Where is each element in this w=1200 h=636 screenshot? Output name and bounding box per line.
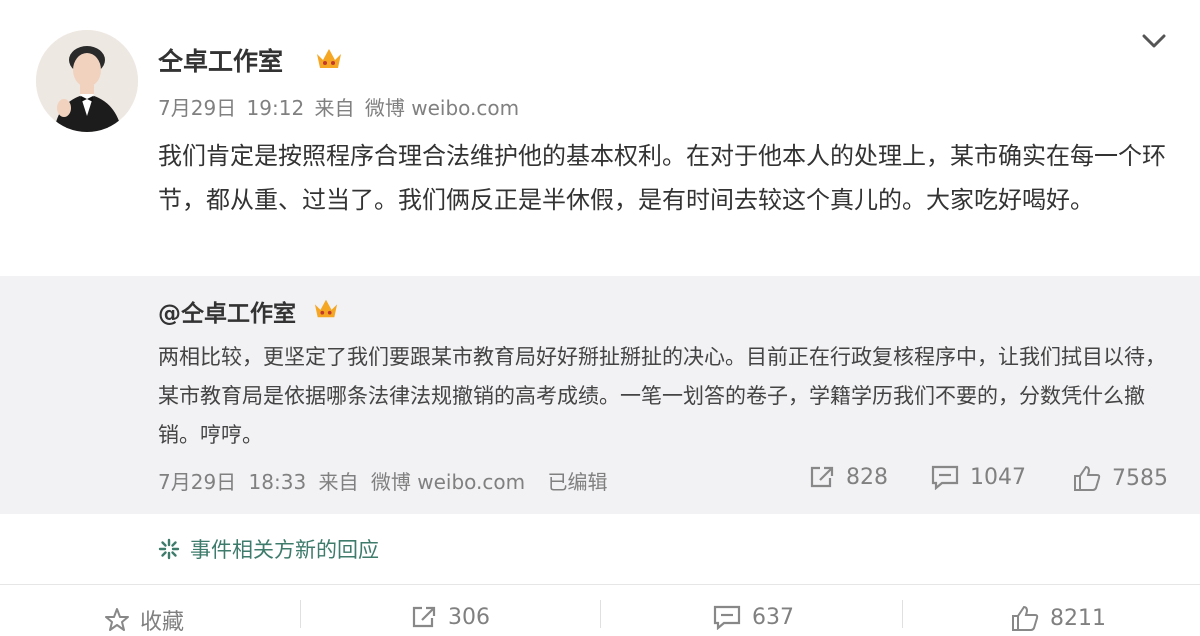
vip-badge-icon <box>314 46 344 72</box>
action-divider <box>600 600 601 628</box>
share-count: 306 <box>448 604 490 630</box>
repost-source-prefix: 来自 <box>318 470 359 494</box>
share-icon <box>810 466 834 488</box>
action-divider <box>300 600 301 628</box>
comment-count: 637 <box>752 604 794 630</box>
like-count: 8211 <box>1050 605 1106 631</box>
favorite-button[interactable]: 收藏 <box>104 604 184 636</box>
repost-meta: 7月29日 18:33 来自 微博 weibo.com 已编辑 <box>158 466 614 495</box>
event-link-label: 事件相关方新的回应 <box>190 538 379 562</box>
sparkle-icon <box>158 538 180 560</box>
post-time: 19:12 <box>246 96 305 120</box>
repost-comment-count: 1047 <box>970 464 1026 490</box>
event-link[interactable]: 事件相关方新的回应 <box>158 534 379 564</box>
repost-share-button[interactable]: 828 <box>808 464 888 490</box>
avatar[interactable] <box>36 30 138 132</box>
edited-label: 已编辑 <box>547 470 608 494</box>
action-bar-divider <box>0 584 1200 585</box>
repost-date: 7月29日 <box>158 470 237 494</box>
comment-icon <box>931 465 959 490</box>
post-meta: 7月29日 19:12 来自 微博 weibo.com <box>158 92 523 121</box>
repost-author[interactable]: @仝卓工作室 <box>158 294 296 328</box>
post-date: 7月29日 <box>158 96 237 120</box>
author-name[interactable]: 仝卓工作室 <box>158 42 283 78</box>
comment-icon <box>713 605 741 630</box>
share-button[interactable]: 306 <box>410 604 490 630</box>
vip-badge-icon <box>312 297 340 321</box>
repost-comment-button[interactable]: 1047 <box>930 464 1026 490</box>
comment-button[interactable]: 637 <box>712 604 794 630</box>
share-icon <box>412 606 436 628</box>
chevron-down-icon[interactable] <box>1140 30 1168 52</box>
post-text: 我们肯定是按照程序合理合法维护他的基本权利。在对于他本人的处理上，某市确实在每一… <box>158 142 1166 214</box>
post-source[interactable]: 微博 weibo.com <box>365 96 519 120</box>
repost-text: 两相比较，更坚定了我们要跟某市教育局好好掰扯掰扯的决心。目前正在行政复核程序中，… <box>158 345 1166 447</box>
repost-like-button[interactable]: 7585 <box>1072 464 1168 492</box>
action-divider <box>902 600 903 628</box>
repost-share-count: 828 <box>846 464 888 490</box>
repost-source[interactable]: 微博 weibo.com <box>371 470 525 494</box>
thumbs-up-icon <box>1074 465 1101 491</box>
repost-time: 18:33 <box>248 470 307 494</box>
favorite-label: 收藏 <box>140 610 185 635</box>
post-source-prefix: 来自 <box>314 96 355 120</box>
repost-like-count: 7585 <box>1112 465 1168 491</box>
star-icon <box>105 608 129 631</box>
